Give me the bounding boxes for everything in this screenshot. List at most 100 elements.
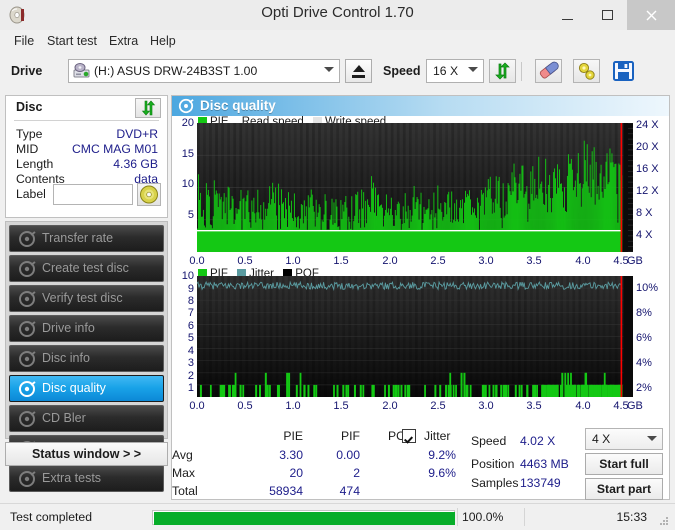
pie-ytick-15: 15 [181, 148, 194, 160]
pif-xtick-6: 3.0 [478, 400, 494, 412]
page-title: Disc quality [200, 98, 276, 113]
pif-xtick-4: 2.0 [382, 400, 398, 412]
disc-panel-divider [14, 120, 159, 121]
sidebar-item-create-test-disc[interactable]: Create test disc [9, 255, 164, 282]
stats-cell-pif: 474 [339, 484, 360, 498]
stats-cell-jitter: 9.6% [428, 466, 456, 480]
drive-select[interactable]: (H:) ASUS DRW-24B3ST 1.00 [68, 59, 340, 83]
menu-file[interactable]: File [9, 33, 39, 49]
sidebar-item-extra-tests[interactable]: Extra tests [9, 465, 164, 492]
disc-label-input[interactable] [53, 184, 133, 205]
info-key-samples: Samples [471, 476, 519, 490]
pie-xtick-4: 2.0 [382, 255, 398, 267]
disc-create-icon [18, 260, 36, 278]
erase-button[interactable] [535, 59, 562, 83]
jitter-checkbox[interactable] [402, 429, 416, 443]
pif-plot-area [197, 276, 633, 397]
save-floppy-icon [613, 61, 634, 81]
test-speed-select[interactable]: 4 X [585, 428, 663, 450]
pif-xtick-1: 0.5 [237, 400, 253, 412]
pie-ytick-5: 5 [187, 209, 194, 221]
sidebar-nav: Transfer rate Create test disc Verify te… [5, 221, 168, 492]
disc-row-mid: MID CMC MAG M01 [6, 142, 167, 157]
status-window-button[interactable]: Status window > > [5, 442, 168, 466]
disc-verify-icon [18, 290, 36, 308]
chevron-down-icon [468, 67, 478, 72]
sidebar-item-cd-bler[interactable]: CD Bler [9, 405, 164, 432]
eject-icon [353, 65, 365, 72]
pie-xtick-8: 4.0 [575, 255, 591, 267]
drive-select-value: (H:) ASUS DRW-24B3ST 1.00 [94, 64, 258, 78]
progress-bar-fill [154, 512, 455, 525]
sidebar-item-transfer-rate[interactable]: Transfer rate [9, 225, 164, 252]
disc-refresh-button[interactable] [135, 98, 161, 118]
pif-xtick-5: 2.5 [430, 400, 446, 412]
pie-y2tick-12: 12 X [636, 185, 659, 197]
info-value-speed: 4.02 X [520, 434, 556, 448]
disc-label-button[interactable] [137, 183, 161, 206]
pif-ytick-3: 3 [187, 357, 194, 369]
eraser-icon [539, 61, 559, 79]
chevron-down-icon [647, 436, 657, 441]
menu-extra[interactable]: Extra [104, 33, 143, 49]
speed-select[interactable]: 16 X [426, 59, 484, 83]
resize-grip[interactable] [660, 517, 670, 527]
sidebar-item-label: Verify test disc [42, 291, 123, 305]
stats-col-pie: PIE [283, 429, 303, 443]
eject-button[interactable] [345, 59, 372, 83]
pif-xtick-0: 0.0 [189, 400, 205, 412]
disc-bler-icon [18, 410, 36, 428]
stats-row-label: Avg [172, 448, 193, 462]
info-value-samples: 133749 [520, 476, 561, 490]
progress-percent: 100.0% [462, 510, 504, 524]
pif-ytick-6: 6 [187, 320, 194, 332]
close-button[interactable] [627, 0, 675, 30]
info-key-speed: Speed [471, 434, 507, 448]
pie-ytick-10: 10 [181, 178, 194, 190]
start-full-button[interactable]: Start full [585, 453, 663, 475]
pif-y2tick-10: 10% [636, 282, 659, 294]
stats-cell-pif: 2 [353, 466, 360, 480]
stats-cell-pif: 0.00 [336, 448, 360, 462]
pie-plot-area [197, 123, 633, 252]
menu-help[interactable]: Help [145, 33, 181, 49]
pif-y2tick-8: 8% [636, 307, 652, 319]
pif-ytick-10: 10 [181, 270, 194, 282]
pif-chart: PIF Jitter POF 1 2 3 4 5 6 7 8 9 10 2% 4… [172, 268, 669, 426]
disc-label-caption: Label [16, 187, 46, 201]
minimize-button[interactable] [547, 0, 587, 30]
maximize-button[interactable] [587, 0, 627, 30]
menu-start-test[interactable]: Start test [42, 33, 102, 49]
pif-xtick-3: 1.5 [333, 400, 349, 412]
settings-button[interactable] [573, 59, 600, 83]
pie-y2tick-20: 20 X [636, 141, 659, 153]
disc-info-icon [18, 350, 36, 368]
info-key-position: Position [471, 457, 515, 471]
info-value-position: 4463 MB [520, 457, 569, 471]
disc-transfer-icon [18, 230, 36, 248]
stats-cell-pie: 58934 [269, 484, 303, 498]
pie-y2tick-16: 16 X [636, 163, 659, 175]
pie-xtick-0: 0.0 [189, 255, 205, 267]
start-part-button[interactable]: Start part [585, 478, 663, 500]
disc-row-value: CMC MAG M01 [72, 142, 158, 156]
disc-panel-title: Disc [16, 100, 43, 114]
sidebar-item-verify-test-disc[interactable]: Verify test disc [9, 285, 164, 312]
chevron-down-icon [324, 67, 334, 72]
refresh-arrows-icon [141, 100, 156, 116]
status-bar: Test completed 100.0% 15:33 [0, 503, 675, 530]
menu-bar: File Start test Extra Help [0, 30, 675, 52]
stats-col-jitter: Jitter [424, 429, 451, 443]
panel-header: Disc quality [172, 96, 669, 116]
progress-bar [152, 510, 455, 525]
sidebar-item-disc-quality[interactable]: Disc quality [9, 375, 164, 402]
refresh-button[interactable] [489, 59, 516, 83]
refresh-arrows-icon [495, 62, 510, 80]
speed-label: Speed [383, 64, 421, 78]
save-button[interactable] [611, 59, 638, 83]
sidebar-item-disc-info[interactable]: Disc info [9, 345, 164, 372]
sidebar-item-label: Disc info [42, 351, 90, 365]
stats-cell-pie: 20 [289, 466, 303, 480]
sidebar-item-drive-info[interactable]: Drive info [9, 315, 164, 342]
test-speed-value: 4 X [592, 432, 611, 446]
